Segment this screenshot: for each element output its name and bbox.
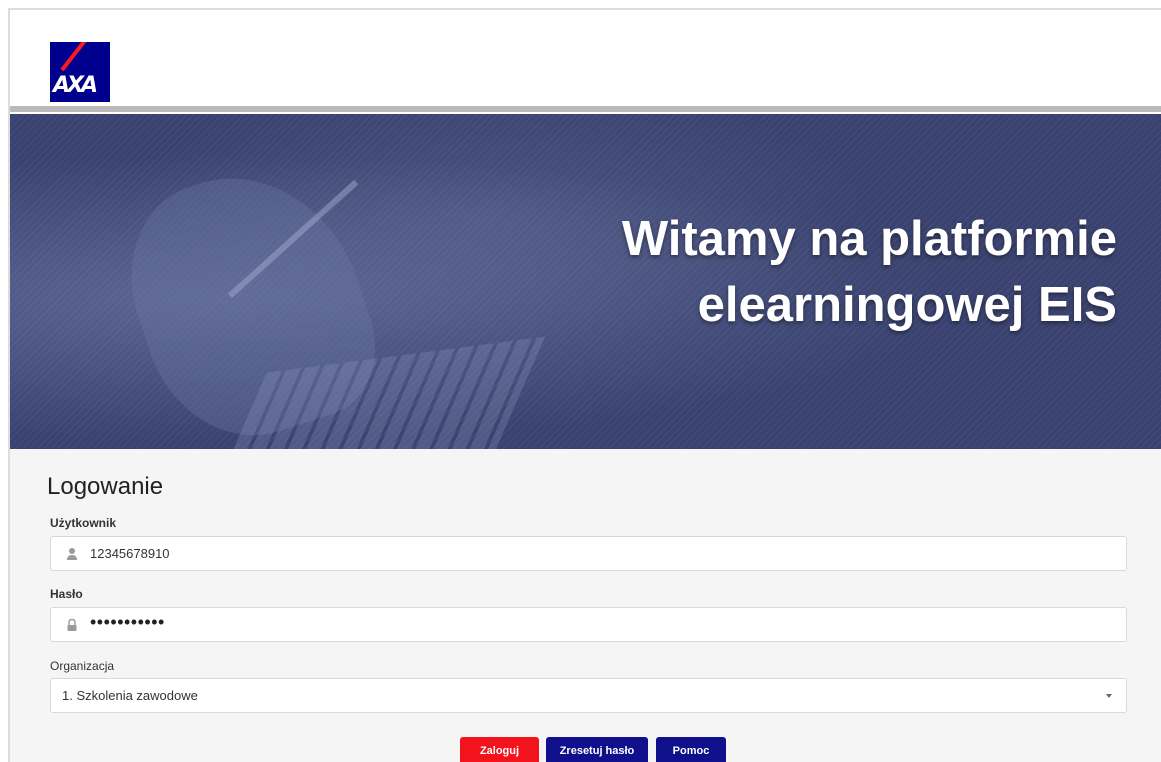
user-icon <box>67 548 77 560</box>
organization-selected: 1. Szkolenia zawodowe <box>62 688 198 703</box>
password-field[interactable]: ••••••••••• <box>50 607 1127 642</box>
lock-icon <box>67 618 77 631</box>
login-title: Logowanie <box>47 473 164 500</box>
password-value: ••••••••••• <box>90 612 165 632</box>
organization-select[interactable]: 1. Szkolenia zawodowe <box>50 678 1127 713</box>
header-divider <box>10 106 1161 112</box>
username-field[interactable]: 12345678910 <box>50 536 1127 571</box>
page-frame: AXA Witamy na platformie elearningowej E… <box>8 8 1161 762</box>
hero-title: Witamy na platformie elearningowej EIS <box>497 206 1117 338</box>
username-label: Użytkownik <box>50 516 117 530</box>
password-label: Hasło <box>50 587 83 601</box>
login-panel: Logowanie Użytkownik 12345678910 Hasło •… <box>10 449 1161 762</box>
header: AXA <box>10 10 1161 106</box>
logo-slash <box>60 42 103 72</box>
axa-logo[interactable]: AXA <box>50 42 110 102</box>
login-button[interactable]: Zaloguj <box>460 737 539 762</box>
hero-title-line2: elearningowej EIS <box>697 278 1117 332</box>
logo-text: AXA <box>53 73 98 98</box>
username-value: 12345678910 <box>90 546 170 561</box>
hero-banner: Witamy na platformie elearningowej EIS <box>10 114 1161 449</box>
hero-title-line1: Witamy na platformie <box>621 212 1117 266</box>
chevron-down-icon <box>1106 694 1112 698</box>
help-button[interactable]: Pomoc <box>656 737 726 762</box>
organization-label: Organizacja <box>50 659 115 673</box>
reset-password-button[interactable]: Zresetuj hasło <box>546 737 648 762</box>
